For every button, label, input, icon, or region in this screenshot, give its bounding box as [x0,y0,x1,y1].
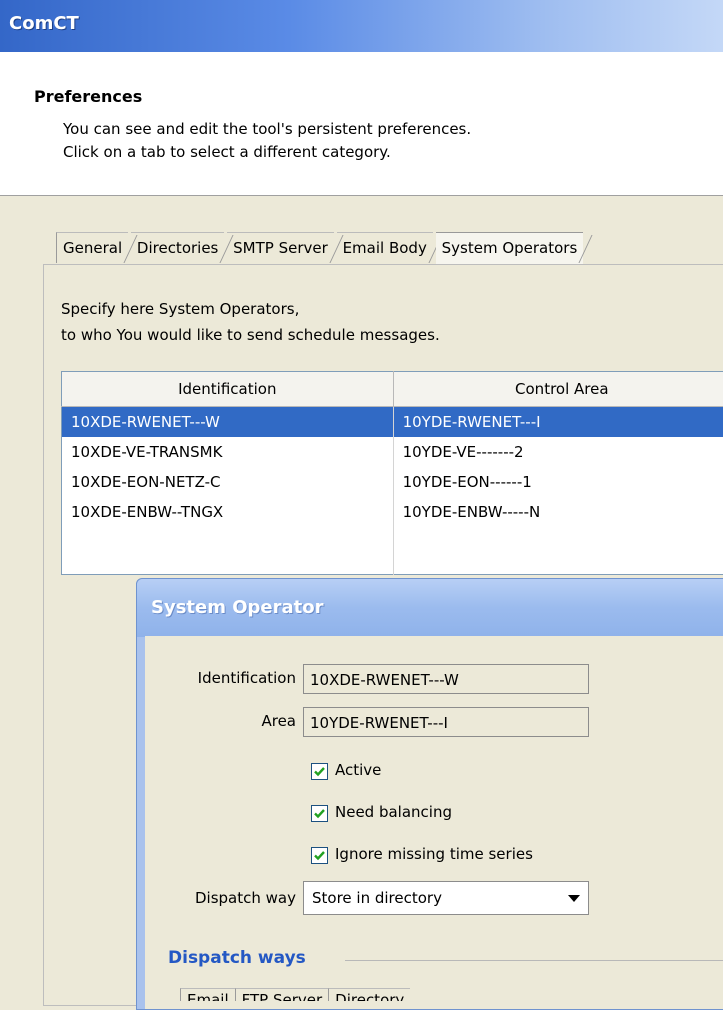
tab-system-operators[interactable]: System Operators [436,232,584,264]
table-row[interactable]: 10XDE-VE-TRANSMK 10YDE-VE-------2 [62,437,723,467]
table-empty-row [62,527,723,575]
cell-control-area: 10YDE-VE-------2 [393,437,723,467]
system-operators-table: Identification Control Area 10XDE-RWENET… [61,371,723,575]
check-icon [313,765,326,778]
panel-description-line1: Specify here System Operators, [61,300,299,318]
dispatch-way-label: Dispatch way [160,889,296,907]
preferences-tabs: General Directories SMTP Server Email Bo… [56,232,581,264]
dialog-title: System Operator [151,597,324,618]
chevron-down-icon[interactable] [568,895,580,902]
window-title-bar[interactable]: ComCT [0,0,723,52]
dispatch-way-selected-value: Store in directory [312,889,442,907]
cell-identification: 10XDE-EON-NETZ-C [62,467,394,497]
area-label: Area [160,712,296,730]
active-checkbox[interactable] [311,763,328,780]
cell-identification: 10XDE-RWENET---W [62,407,394,438]
cell-control-area: 10YDE-EON------1 [393,467,723,497]
header-description-line1: You can see and edit the tool's persiste… [63,120,471,138]
header-description-line2: Click on a tab to select a different cat… [63,143,391,161]
tab-directory[interactable]: Directory [328,988,410,1001]
cell-identification: 10XDE-VE-TRANSMK [62,437,394,467]
need-balancing-checkbox-label[interactable]: Need balancing [335,803,452,821]
tab-smtp-server[interactable]: SMTP Server [227,232,334,263]
cell-control-area: 10YDE-ENBW-----N [393,497,723,527]
tab-directories[interactable]: Directories [131,232,224,263]
tab-email[interactable]: Email [180,988,235,1001]
cell-control-area: 10YDE-RWENET---I [393,407,723,438]
area-field[interactable]: 10YDE-RWENET---I [303,707,589,737]
tab-ftp-server[interactable]: FTP Server [235,988,329,1001]
check-icon [313,849,326,862]
table-row[interactable]: 10XDE-ENBW--TNGX 10YDE-ENBW-----N [62,497,723,527]
window-title: ComCT [9,13,79,34]
dispatch-ways-section-title: Dispatch ways [168,948,306,968]
tab-general[interactable]: General [56,232,128,263]
column-header-identification[interactable]: Identification [62,372,394,407]
table-row[interactable]: 10XDE-EON-NETZ-C 10YDE-EON------1 [62,467,723,497]
column-header-control-area[interactable]: Control Area [393,372,723,407]
dialog-title-bar[interactable]: System Operator [137,579,723,637]
need-balancing-checkbox[interactable] [311,805,328,822]
dispatch-way-select[interactable]: Store in directory [303,881,589,915]
system-operator-dialog: System Operator [136,578,723,1010]
preferences-header: Preferences You can see and edit the too… [0,52,723,196]
dispatch-ways-tabs: EmailFTP ServerDirectory [180,988,410,1006]
page-title: Preferences [34,87,142,106]
ignore-missing-time-series-checkbox-label[interactable]: Ignore missing time series [335,845,533,863]
active-checkbox-label[interactable]: Active [335,761,381,779]
identification-label: Identification [160,669,296,687]
panel-description-line2: to who You would like to send schedule m… [61,326,440,344]
table-header-row: Identification Control Area [62,372,723,407]
identification-field[interactable]: 10XDE-RWENET---W [303,664,589,694]
ignore-missing-time-series-checkbox[interactable] [311,847,328,864]
table-row[interactable]: 10XDE-RWENET---W 10YDE-RWENET---I [62,407,723,438]
cell-identification: 10XDE-ENBW--TNGX [62,497,394,527]
tab-email-body[interactable]: Email Body [337,232,433,263]
check-icon [313,807,326,820]
section-divider [345,960,723,961]
